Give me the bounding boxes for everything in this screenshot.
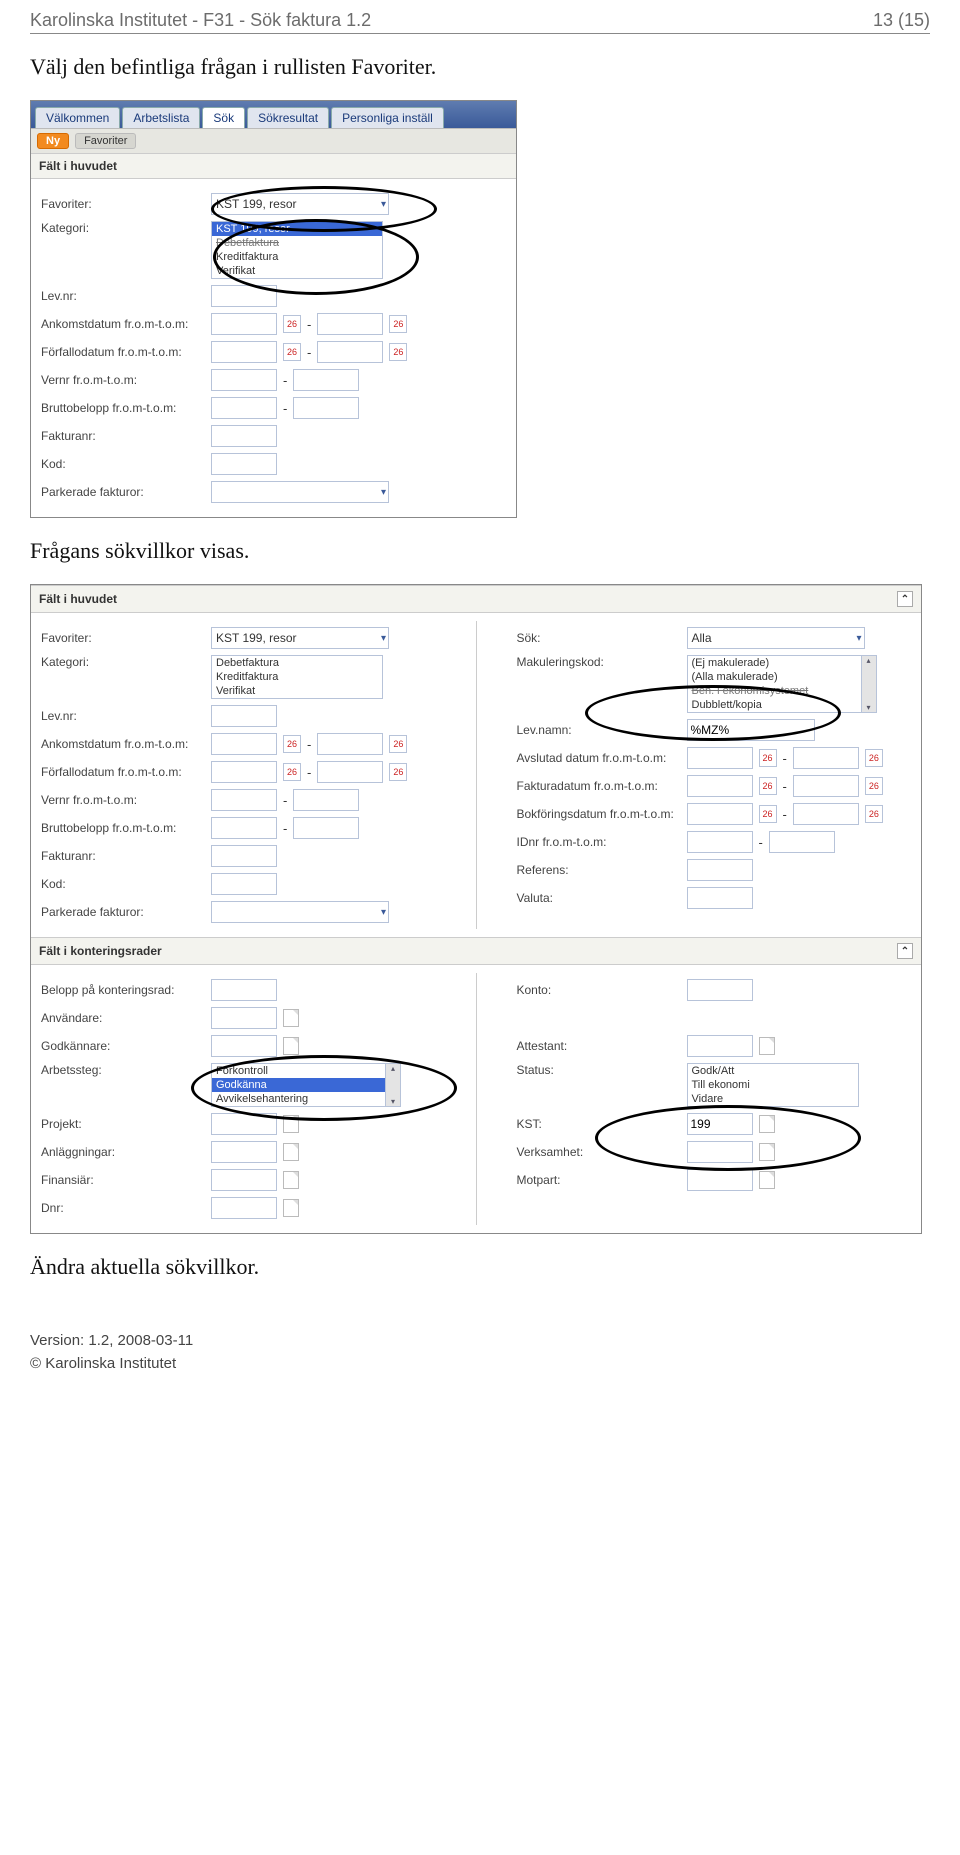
intro-text: Välj den befintliga frågan i rullisten F… (30, 54, 930, 80)
favoriter-select[interactable]: KST 199, resor ▾ (211, 193, 389, 215)
calendar-icon[interactable]: 26 (283, 315, 301, 333)
screenshot-sokvillkor: Fält i huvudet ⌃ Favoriter:KST 199, reso… (30, 584, 922, 1234)
lookup-icon[interactable] (283, 1009, 299, 1027)
calendar-icon[interactable]: 26 (283, 735, 301, 753)
lookup-icon[interactable] (759, 1143, 775, 1161)
lookup-icon[interactable] (283, 1171, 299, 1189)
calendar-icon[interactable]: 26 (865, 749, 883, 767)
levnr-input[interactable] (211, 285, 277, 307)
chevron-down-icon: ▾ (381, 199, 386, 210)
section-falt-i-konteringsrader: Fält i konteringsrader ⌃ (31, 937, 921, 965)
calendar-icon[interactable]: 26 (865, 777, 883, 795)
calendar-icon[interactable]: 26 (389, 315, 407, 333)
version-text: Version: 1.2, 2008-03-11 (30, 1330, 930, 1353)
favoriter-button[interactable]: Favoriter (75, 133, 136, 149)
lookup-icon[interactable] (283, 1115, 299, 1133)
chevron-down-icon: ▾ (856, 633, 861, 644)
calendar-icon[interactable]: 26 (759, 805, 777, 823)
tab-bar: Välkommen Arbetslista Sök Sökresultat Pe… (31, 101, 516, 128)
outro-text: Ändra aktuella sökvillkor. (30, 1254, 930, 1280)
ny-button[interactable]: Ny (37, 133, 69, 149)
footer: Version: 1.2, 2008-03-11 Karolinska Inst… (30, 1330, 930, 1375)
calendar-icon[interactable]: 26 (389, 343, 407, 361)
mid-text: Frågans sökvillkor visas. (30, 538, 930, 564)
calendar-icon[interactable]: 26 (865, 805, 883, 823)
section-falt-i-huvudet: Fält i huvudet (31, 153, 516, 179)
page-number: 13 (15) (873, 10, 930, 31)
kst-input[interactable] (687, 1113, 753, 1135)
lookup-icon[interactable] (283, 1199, 299, 1217)
calendar-icon[interactable]: 26 (283, 343, 301, 361)
doc-title: Karolinska Institutet - F31 - Sök faktur… (30, 10, 371, 31)
makulering-listbox[interactable]: (Ej makulerade) (Alla makulerade) Beh. i… (687, 655, 862, 713)
favoriter-select[interactable]: KST 199, resor▾ (211, 627, 389, 649)
chevron-down-icon: ▾ (381, 907, 386, 918)
section-falt-i-huvudet-2: Fält i huvudet ⌃ (31, 585, 921, 613)
calendar-icon[interactable]: 26 (759, 777, 777, 795)
label-favoriter: Favoriter: (41, 197, 211, 211)
label-kategori: Kategori: (41, 221, 211, 235)
kategori-listbox[interactable]: Debetfaktura Kreditfaktura Verifikat (211, 655, 383, 699)
chevron-down-icon: ▾ (381, 633, 386, 644)
lookup-icon[interactable] (759, 1037, 775, 1055)
scrollbar[interactable]: ▴▾ (862, 655, 877, 713)
calendar-icon[interactable]: 26 (283, 763, 301, 781)
tab-valkommen[interactable]: Välkommen (35, 107, 120, 128)
parkerade-select[interactable]: ▾ (211, 901, 389, 923)
collapse-icon[interactable]: ⌃ (897, 591, 913, 607)
chevron-down-icon: ▾ (381, 487, 386, 498)
arbetssteg-listbox[interactable]: Förkontroll Godkänna Avvikelsehantering (211, 1063, 386, 1107)
sok-select[interactable]: Alla▾ (687, 627, 865, 649)
calendar-icon[interactable]: 26 (389, 735, 407, 753)
lookup-icon[interactable] (759, 1171, 775, 1189)
screenshot-favoriter-dropdown: Välkommen Arbetslista Sök Sökresultat Pe… (30, 100, 517, 518)
lookup-icon[interactable] (283, 1143, 299, 1161)
tab-arbetslista[interactable]: Arbetslista (122, 107, 200, 128)
tab-sokresultat[interactable]: Sökresultat (247, 107, 329, 128)
parkerade-select[interactable]: ▾ (211, 481, 389, 503)
levnamn-input[interactable] (687, 719, 815, 741)
collapse-icon[interactable]: ⌃ (897, 943, 913, 959)
tab-personliga[interactable]: Personliga inställ (331, 107, 444, 128)
lookup-icon[interactable] (759, 1115, 775, 1133)
scrollbar[interactable]: ▴▾ (386, 1063, 401, 1107)
calendar-icon[interactable]: 26 (759, 749, 777, 767)
document-header: Karolinska Institutet - F31 - Sök faktur… (30, 10, 930, 34)
calendar-icon[interactable]: 26 (389, 763, 407, 781)
tab-sok[interactable]: Sök (202, 107, 245, 128)
lookup-icon[interactable] (283, 1037, 299, 1055)
kategori-listbox[interactable]: KST 199, resor Debetfaktura Kreditfaktur… (211, 221, 383, 279)
copyright: Karolinska Institutet (30, 1353, 930, 1376)
status-listbox[interactable]: Godk/Att Till ekonomi Vidare (687, 1063, 859, 1107)
